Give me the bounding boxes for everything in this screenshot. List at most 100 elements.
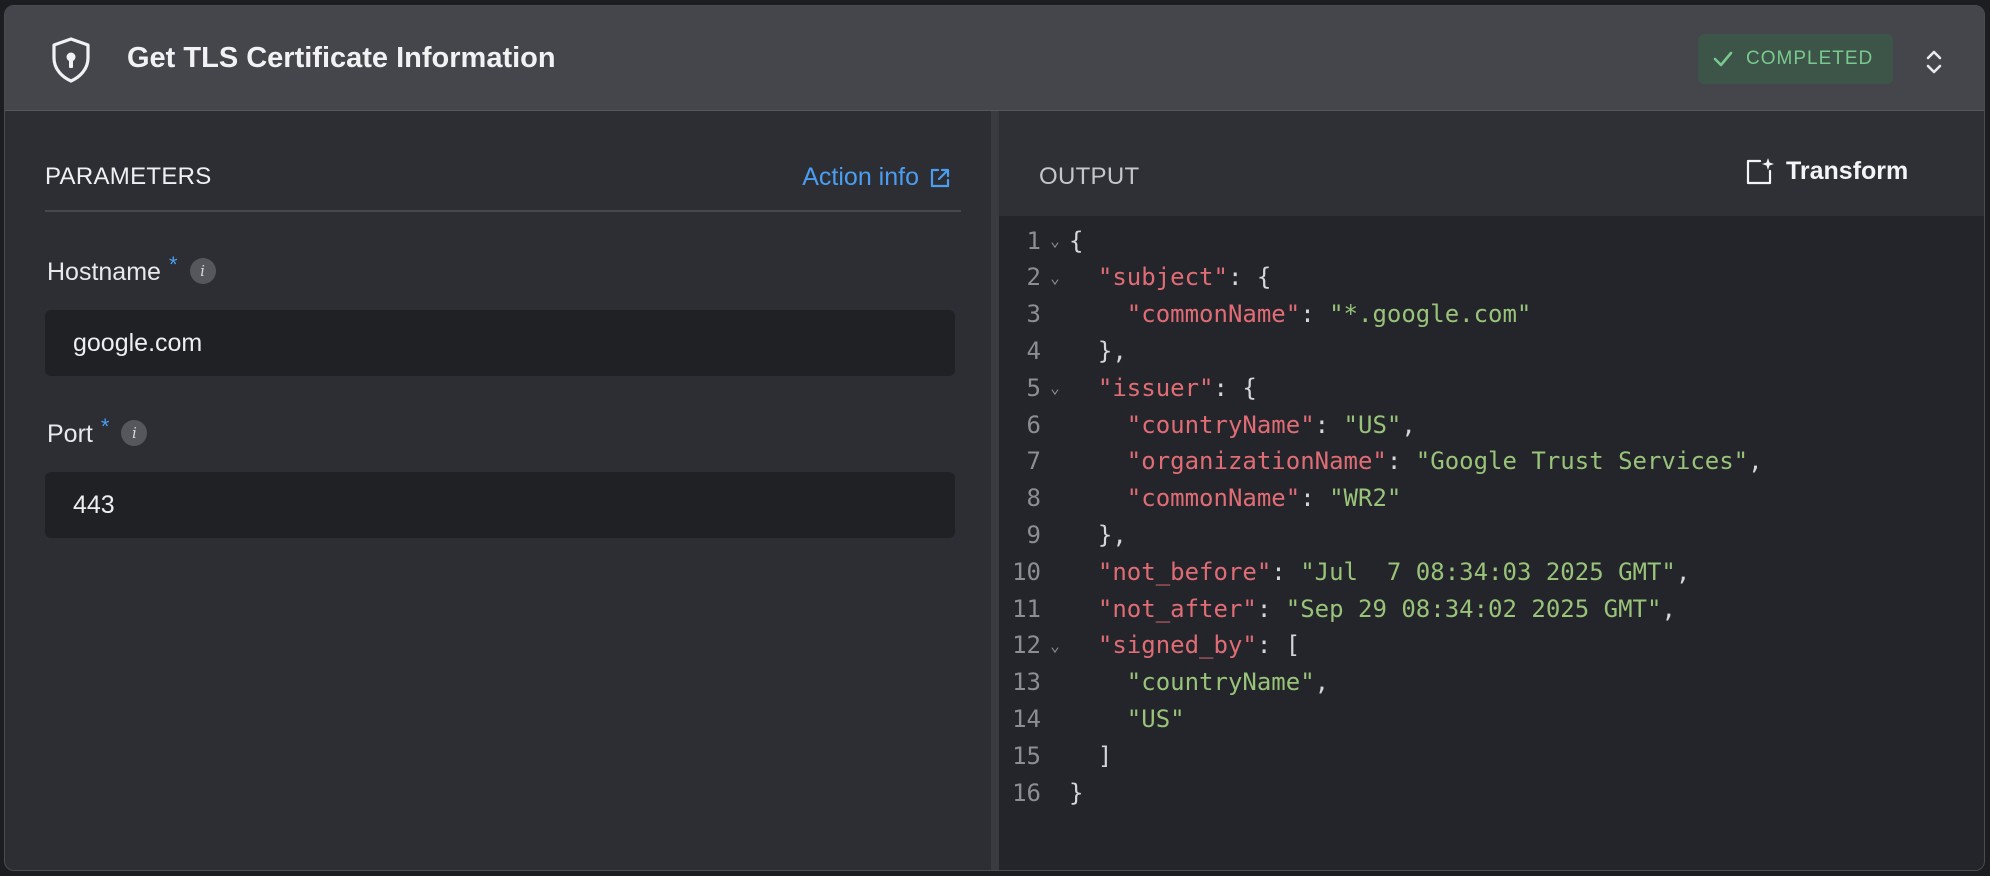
shield-lock-icon (52, 37, 90, 83)
code-content: "organizationName": "Google Trust Servic… (1069, 447, 1763, 475)
json-output-viewer[interactable]: 1 ⌄{2 ⌄ "subject": {3 "commonName": "*.goo… (999, 216, 1984, 870)
line-number: 15 (1012, 741, 1041, 770)
code-line: 16} (999, 774, 1083, 811)
code-line: 3 "commonName": "*.google.com" (999, 296, 1532, 333)
code-line: 8 "commonName": "WR2" (999, 480, 1402, 517)
status-text: COMPLETED (1746, 48, 1874, 69)
output-heading: OUTPUT (1039, 163, 1140, 190)
required-marker: * (100, 414, 110, 439)
parameters-divider (45, 210, 961, 212)
fold-chevron-icon[interactable]: ⌄ (1041, 268, 1069, 287)
code-content: "US" (1069, 705, 1185, 733)
json-key: "subject" (1097, 263, 1228, 292)
json-key: "commonName" (1126, 300, 1301, 329)
line-number: 8 (1026, 484, 1041, 513)
output-panel: OUTPUT Transform 1 ⌄{2 ⌄ "subject": {3 "co… (999, 111, 1984, 870)
code-line: 12 ⌄ "signed_by": [ (999, 627, 1300, 664)
json-punctuation: }, (1097, 336, 1127, 365)
json-punctuation: { (1069, 226, 1084, 255)
json-string: "Sep 29 08:34:02 2025 GMT" (1285, 594, 1662, 623)
line-number: 14 (1012, 704, 1041, 733)
json-string: "US" (1126, 704, 1185, 733)
code-content: "subject": { (1069, 263, 1271, 291)
line-number: 7 (1026, 447, 1041, 476)
card-header[interactable]: Get TLS Certificate Information COMPLETE… (5, 6, 1984, 111)
json-string: "countryName" (1126, 668, 1315, 697)
required-marker: * (168, 252, 178, 277)
code-content: "countryName", (1069, 668, 1329, 696)
port-label: Port * i (47, 414, 148, 449)
line-number: 16 (1012, 778, 1041, 807)
line-number: 13 (1012, 668, 1041, 697)
code-content: "countryName": "US", (1069, 411, 1416, 439)
parameters-panel: PARAMETERS Action info Hostname * i goog… (5, 111, 991, 870)
fold-chevron-icon[interactable]: ⌄ (1041, 636, 1069, 655)
code-content: { (1069, 227, 1083, 255)
code-line: 4 }, (999, 332, 1127, 369)
json-punctuation: : (1386, 447, 1416, 476)
json-string: "WR2" (1329, 484, 1402, 513)
line-number: 4 (1026, 336, 1041, 365)
code-content: "commonName": "*.google.com" (1069, 300, 1532, 329)
json-key: "commonName" (1126, 484, 1301, 513)
action-info-label: Action info (802, 163, 919, 191)
chevron-up-down-icon[interactable] (1922, 46, 1946, 78)
output-header: OUTPUT Transform (999, 111, 1984, 216)
json-punctuation: : (1300, 484, 1330, 513)
json-punctuation: } (1069, 778, 1084, 807)
hostname-input[interactable]: google.com (45, 310, 955, 376)
action-info-link[interactable]: Action info (802, 163, 951, 192)
json-punctuation: : (1256, 594, 1286, 623)
json-string: "US" (1343, 410, 1402, 439)
port-label-text: Port (47, 420, 93, 448)
info-icon[interactable]: i (121, 420, 148, 446)
sparkle-square-icon (1746, 158, 1774, 185)
json-key: "signed_by" (1097, 631, 1257, 660)
code-line: 13 "countryName", (999, 664, 1329, 701)
code-content: }, (1069, 521, 1127, 549)
json-key: "not_before" (1097, 557, 1272, 586)
line-number: 9 (1026, 520, 1041, 549)
json-punctuation: : { (1227, 263, 1272, 292)
line-number: 6 (1026, 410, 1041, 439)
json-string: "Google Trust Services" (1415, 447, 1749, 476)
info-icon[interactable]: i (189, 258, 216, 284)
json-key: "not_after" (1097, 594, 1257, 623)
transform-button[interactable]: Transform (1744, 156, 1908, 186)
json-punctuation: ] (1097, 741, 1113, 770)
external-link-icon (930, 168, 950, 187)
action-card: Get TLS Certificate Information COMPLETE… (4, 5, 1985, 871)
line-number: 11 (1012, 594, 1041, 623)
line-number: 12 (1012, 631, 1041, 660)
code-line: 7 "organizationName": "Google Trust Serv… (999, 443, 1763, 480)
code-content: }, (1069, 337, 1127, 365)
code-content: ] (1069, 742, 1112, 770)
line-number: 2 (1026, 263, 1041, 292)
code-content: "commonName": "WR2" (1069, 484, 1402, 513)
code-content: "not_before": "Jul 7 08:34:03 2025 GMT", (1069, 558, 1690, 586)
parameters-heading: PARAMETERS (45, 163, 212, 190)
code-line: 6 "countryName": "US", (999, 406, 1416, 443)
fold-chevron-icon[interactable]: ⌄ (1041, 231, 1069, 250)
panel-resize-handle[interactable] (991, 111, 999, 870)
code-content: "issuer": { (1069, 374, 1257, 402)
code-line: 11 "not_after": "Sep 29 08:34:02 2025 GM… (999, 590, 1676, 627)
json-punctuation: , (1314, 668, 1330, 697)
code-content: "not_after": "Sep 29 08:34:02 2025 GMT", (1069, 595, 1676, 623)
code-line: 1 ⌄{ (999, 222, 1084, 259)
port-input[interactable]: 443 (45, 472, 955, 538)
code-line: 5 ⌄ "issuer": { (999, 369, 1257, 406)
status-badge: COMPLETED (1698, 34, 1893, 84)
hostname-label-text: Hostname (47, 258, 161, 286)
code-line: 14 "US" (999, 700, 1185, 737)
transform-label: Transform (1786, 156, 1909, 185)
json-key: "organizationName" (1126, 447, 1387, 476)
fold-chevron-icon[interactable]: ⌄ (1041, 378, 1069, 397)
json-punctuation: : { (1213, 373, 1257, 402)
code-content: "signed_by": [ (1069, 631, 1300, 659)
json-punctuation: , (1401, 410, 1416, 439)
line-number: 1 (1026, 226, 1041, 255)
json-punctuation: : (1271, 557, 1301, 586)
json-punctuation: , (1675, 557, 1691, 586)
json-key: "countryName" (1126, 410, 1315, 439)
